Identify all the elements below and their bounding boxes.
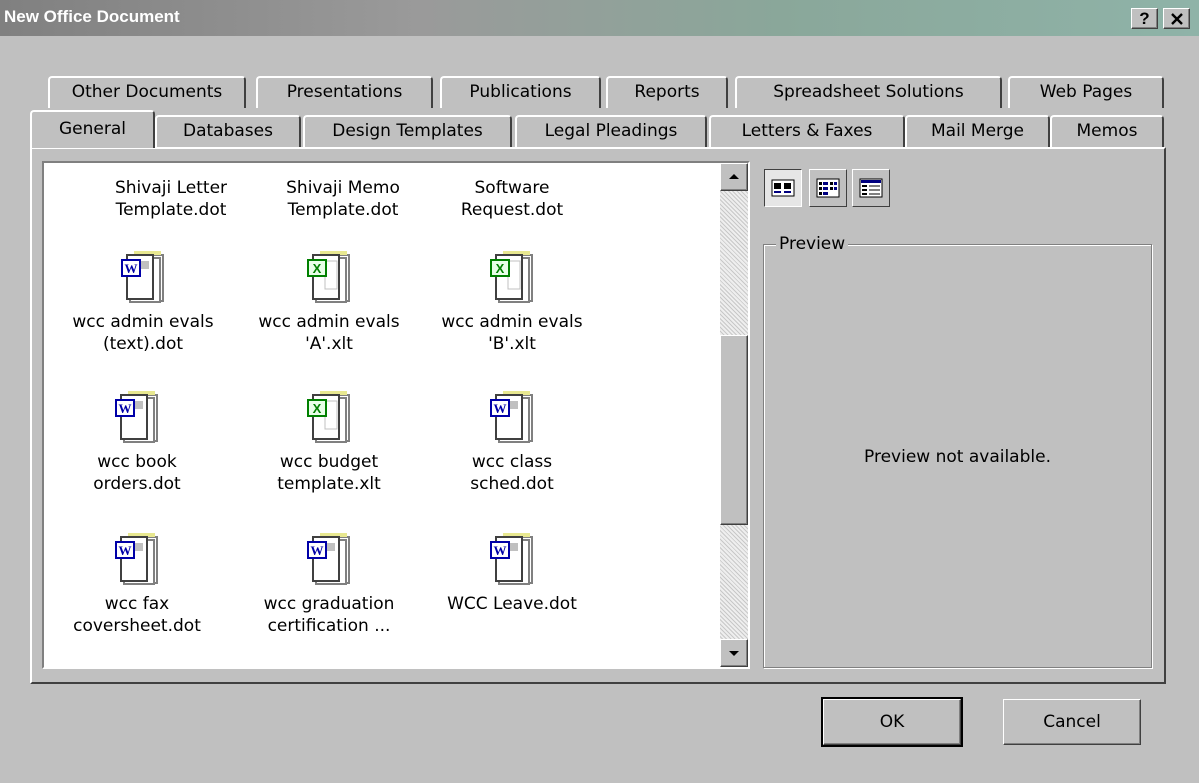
template-label: 'B'.xlt [488, 334, 536, 354]
list-item[interactable]: Shivaji Memo Template.dot [250, 177, 436, 221]
list-item[interactable]: W WCC Leave.dot [419, 531, 605, 615]
svg-text:W: W [494, 401, 507, 416]
ok-button[interactable]: OK [821, 697, 963, 747]
svg-text:W: W [119, 401, 132, 416]
scroll-up-button[interactable] [720, 163, 748, 191]
tab-other-documents[interactable]: Other Documents [48, 76, 246, 108]
close-icon [1170, 13, 1183, 25]
tab-spreadsheet-solutions[interactable]: Spreadsheet Solutions [735, 76, 1002, 108]
word-template-icon: W [115, 533, 158, 585]
template-label: wcc budget [279, 452, 379, 472]
excel-template-icon: X [307, 391, 350, 443]
word-template-icon: W [490, 533, 533, 585]
tab-legal-pleadings[interactable]: Legal Pleadings [515, 115, 707, 147]
template-label: wcc fax [104, 594, 170, 614]
tab-memos[interactable]: Memos [1050, 115, 1164, 147]
template-label: Template.dot [115, 200, 227, 220]
template-label: wcc admin evals [441, 312, 583, 332]
template-label: template.xlt [277, 474, 381, 494]
list-view-icon [816, 178, 840, 198]
list-item[interactable]: W wcc book orders.dot [44, 389, 230, 495]
large-icons-view-button[interactable] [764, 169, 802, 207]
template-label: coversheet.dot [73, 616, 201, 636]
word-template-icon: W [490, 391, 533, 443]
new-office-document-dialog: New Office Document ? Other Documents Pr… [0, 0, 1199, 783]
svg-text:X: X [496, 261, 505, 276]
details-view-icon [859, 178, 883, 198]
template-label: wcc graduation [263, 594, 395, 614]
template-label: wcc class [471, 452, 553, 472]
word-template-icon: W [115, 391, 158, 443]
help-button[interactable]: ? [1131, 8, 1158, 29]
svg-text:W: W [119, 543, 132, 558]
template-label: WCC Leave.dot [447, 594, 577, 614]
template-label: 'A'.xlt [305, 334, 353, 354]
excel-template-icon: X [307, 251, 350, 303]
close-button[interactable] [1163, 8, 1190, 29]
tab-mail-merge[interactable]: Mail Merge [905, 115, 1050, 147]
tab-web-pages[interactable]: Web Pages [1008, 76, 1164, 108]
template-label: wcc book [97, 452, 177, 472]
window-title: New Office Document [4, 7, 180, 26]
tab-general[interactable]: General [30, 110, 155, 148]
list-item[interactable]: X wcc budget template.xlt [236, 389, 422, 495]
template-label: wcc admin evals [72, 312, 214, 332]
template-label: sched.dot [470, 474, 554, 494]
arrow-up-icon [729, 174, 739, 179]
tab-databases[interactable]: Databases [155, 115, 301, 147]
list-view-button[interactable] [809, 169, 847, 207]
svg-text:W: W [311, 543, 324, 558]
svg-text:W: W [125, 261, 138, 276]
tab-letters-faxes[interactable]: Letters & Faxes [709, 115, 905, 147]
list-item[interactable]: X wcc admin evals 'A'.xlt [236, 249, 422, 355]
excel-template-icon: X [490, 251, 533, 303]
template-label: Shivaji Letter [114, 178, 228, 198]
template-list[interactable]: Shivaji Letter Template.dot Shivaji Memo… [42, 161, 750, 669]
tab-publications[interactable]: Publications [440, 76, 601, 108]
list-item[interactable]: X wcc admin evals 'B'.xlt [419, 249, 605, 355]
word-template-icon: W [307, 533, 350, 585]
large-icons-view-icon [771, 179, 795, 197]
tab-design-templates[interactable]: Design Templates [303, 115, 512, 147]
template-label: certification ... [267, 616, 391, 636]
template-label: (text).dot [102, 334, 184, 354]
tab-presentations[interactable]: Presentations [256, 76, 433, 108]
template-label: Request.dot [460, 200, 564, 220]
vertical-scrollbar[interactable] [720, 163, 748, 667]
list-item[interactable]: W wcc fax coversheet.dot [44, 531, 230, 637]
svg-text:W: W [494, 543, 507, 558]
template-label: Template.dot [287, 200, 399, 220]
tab-row-back: Other Documents Presentations Publicatio… [0, 76, 1199, 108]
tab-row-front: General Databases Design Templates Legal… [0, 110, 1199, 148]
svg-text:X: X [313, 401, 322, 416]
details-view-button[interactable] [852, 169, 890, 207]
list-item[interactable]: Software Request.dot [419, 177, 605, 221]
template-label: orders.dot [93, 474, 181, 494]
title-bar[interactable]: New Office Document ? [0, 0, 1199, 36]
list-item[interactable]: W wcc graduation certification ... [236, 531, 422, 637]
preview-legend: Preview [776, 234, 849, 254]
template-label: wcc admin evals [258, 312, 400, 332]
svg-text:X: X [313, 261, 322, 276]
list-item[interactable]: W wcc class sched.dot [419, 389, 605, 495]
preview-message: Preview not available. [864, 447, 1051, 467]
cancel-button[interactable]: Cancel [1003, 699, 1141, 745]
tab-reports[interactable]: Reports [606, 76, 728, 108]
list-item[interactable]: Shivaji Letter Template.dot [78, 177, 264, 221]
arrow-down-icon [729, 651, 739, 656]
scroll-thumb[interactable] [720, 335, 748, 525]
template-label: Software [474, 178, 550, 198]
scroll-down-button[interactable] [720, 639, 748, 667]
template-label: Shivaji Memo [286, 178, 400, 198]
list-item[interactable]: W wcc admin evals (text).dot [50, 249, 236, 355]
word-template-icon: W [121, 251, 164, 303]
